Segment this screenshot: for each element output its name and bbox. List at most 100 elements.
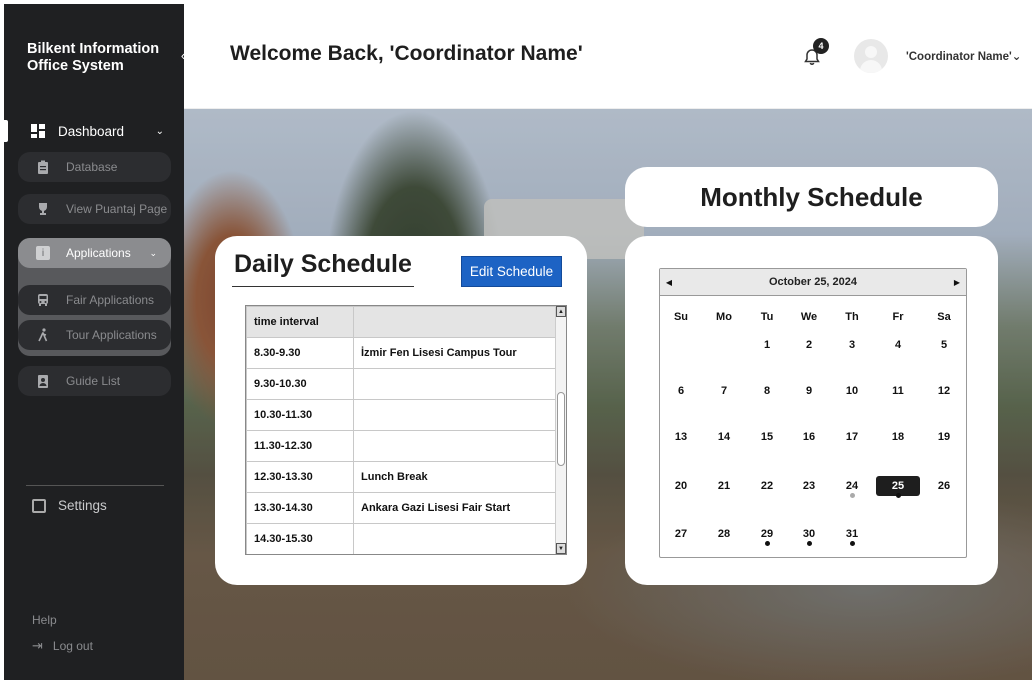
- info-icon: i: [36, 246, 50, 260]
- gear-icon: [32, 498, 46, 513]
- sidebar: Bilkent Information Office System Dashbo…: [4, 4, 184, 680]
- calendar-day[interactable]: 1: [745, 335, 789, 355]
- clipboard-icon: [38, 160, 48, 174]
- time-cell: 14.30-15.30: [246, 523, 354, 554]
- calendar-day[interactable]: 21: [702, 476, 746, 496]
- calendar-day[interactable]: 8: [745, 381, 789, 401]
- calendar-day[interactable]: 4: [876, 335, 920, 355]
- calendar-day[interactable]: 13: [659, 427, 703, 447]
- sidebar-item-label: Fair Applications: [66, 293, 155, 307]
- calendar-header: ◀ October 25, 2024 ▶: [660, 269, 966, 296]
- table-header-row: time interval: [246, 306, 556, 338]
- sidebar-item-guide-list[interactable]: Guide List: [18, 366, 171, 396]
- sidebar-item-label: Tour Applications: [66, 328, 157, 342]
- time-cell: 12.30-13.30: [246, 461, 354, 493]
- schedule-table: time interval 8.30-9.30 İzmir Fen Lisesi …: [245, 305, 567, 555]
- time-cell: 11.30-12.30: [246, 430, 354, 462]
- calendar-day[interactable]: 14: [702, 427, 746, 447]
- time-cell: 13.30-14.30: [246, 492, 354, 524]
- help-link[interactable]: Help: [32, 613, 57, 627]
- weekday-label: Mo: [716, 311, 732, 323]
- walking-icon: [38, 328, 48, 342]
- calendar-day[interactable]: 12: [922, 381, 966, 401]
- trophy-icon: [39, 203, 47, 215]
- edit-schedule-button[interactable]: Edit Schedule: [461, 256, 562, 287]
- sidebar-item-dashboard[interactable]: Dashboard ⌄: [30, 118, 164, 144]
- time-cell: 10.30-11.30: [246, 399, 354, 431]
- calendar-day[interactable]: 9: [787, 381, 831, 401]
- time-cell: 9.30-10.30: [246, 368, 354, 400]
- user-name: 'Coordinator Name': [906, 51, 1012, 63]
- logout-label: Log out: [52, 639, 93, 653]
- sidebar-item-applications[interactable]: i Applications ⌄: [18, 238, 171, 268]
- settings-link[interactable]: Settings: [32, 498, 107, 513]
- calendar-day[interactable]: 10: [830, 381, 874, 401]
- monthly-schedule-title: Monthly Schedule: [625, 167, 998, 227]
- calendar-day[interactable]: 2: [787, 335, 831, 355]
- top-header: Welcome Back, 'Coordinator Name' 4 'Coor…: [184, 4, 1032, 109]
- calendar-day[interactable]: 22: [745, 476, 789, 496]
- next-month-icon[interactable]: ▶: [948, 269, 966, 296]
- calendar-day[interactable]: 27: [659, 524, 703, 544]
- sidebar-item-database[interactable]: Database: [18, 152, 171, 182]
- weekday-label: Fr: [892, 311, 904, 323]
- logout-icon: ⇥: [32, 638, 43, 653]
- calendar-day[interactable]: 18: [876, 427, 920, 447]
- event-cell: Ankara Gazi Lisesi Fair Start: [353, 492, 556, 524]
- table-row[interactable]: 8.30-9.30 İzmir Fen Lisesi Campus Tour: [246, 337, 556, 369]
- active-indicator: [4, 120, 8, 142]
- chevron-down-icon: ⌄: [149, 247, 157, 258]
- calendar-day[interactable]: 26: [922, 476, 966, 496]
- sidebar-item-label: Database: [66, 160, 118, 174]
- chevron-down-icon: ⌄: [155, 125, 164, 137]
- event-dot: [850, 493, 855, 498]
- calendar-day[interactable]: 20: [659, 476, 703, 496]
- daily-schedule-title: Daily Schedule: [234, 250, 412, 278]
- calendar-day[interactable]: 7: [702, 381, 746, 401]
- table-row[interactable]: 9.30-10.30: [246, 368, 556, 400]
- sidebar-item-label: Guide List: [66, 374, 121, 388]
- calendar-day[interactable]: 15: [745, 427, 789, 447]
- table-row[interactable]: 14.30-15.30: [246, 523, 556, 554]
- calendar: ◀ October 25, 2024 ▶ Su Mo Tu We Th Fr Sa 1 2 3 4 5…: [659, 268, 967, 558]
- dashboard-icon: [31, 124, 45, 138]
- column-header-time: time interval: [246, 306, 354, 338]
- event-dot: [765, 541, 770, 546]
- calendar-day[interactable]: 19: [922, 427, 966, 447]
- calendar-day[interactable]: 17: [830, 427, 874, 447]
- scroll-up-icon[interactable]: ▲: [556, 306, 566, 317]
- previous-month-icon[interactable]: ◀: [660, 269, 678, 296]
- weekday-label: We: [800, 311, 818, 323]
- event-cell: İzmir Fen Lisesi Campus Tour: [353, 337, 556, 369]
- logout-link[interactable]: ⇥ Log out: [32, 638, 93, 654]
- brand-title: Bilkent Information Office System: [27, 41, 160, 74]
- table-scrollbar[interactable]: ▲ ▼: [555, 306, 566, 554]
- avatar[interactable]: [854, 39, 888, 73]
- monthly-schedule-card: ◀ October 25, 2024 ▶ Su Mo Tu We Th Fr Sa 1 2 3 4 5…: [625, 236, 998, 585]
- calendar-day[interactable]: 6: [659, 381, 703, 401]
- calendar-day[interactable]: 23: [787, 476, 831, 496]
- scroll-thumb[interactable]: [557, 392, 565, 466]
- event-cell: [353, 430, 556, 462]
- id-badge-icon: [38, 375, 48, 388]
- calendar-day[interactable]: 28: [702, 524, 746, 544]
- table-row[interactable]: 13.30-14.30 Ankara Gazi Lisesi Fair Start: [246, 492, 556, 524]
- sidebar-item-view-puantaj[interactable]: View Puantaj Page: [18, 194, 171, 224]
- scroll-down-icon[interactable]: ▼: [556, 543, 566, 554]
- table-row[interactable]: 12.30-13.30 Lunch Break: [246, 461, 556, 493]
- calendar-day[interactable]: 16: [787, 427, 831, 447]
- sidebar-item-tour-applications[interactable]: Tour Applications: [18, 320, 171, 350]
- chevron-down-icon: ⌄: [1011, 51, 1022, 63]
- sidebar-item-label: Dashboard: [58, 123, 125, 139]
- column-header-event: [353, 306, 556, 338]
- daily-schedule-card: Daily Schedule Edit Schedule time interv…: [215, 236, 587, 585]
- sidebar-item-fair-applications[interactable]: Fair Applications: [18, 285, 171, 315]
- event-dot: [896, 493, 901, 498]
- table-row[interactable]: 10.30-11.30: [246, 399, 556, 431]
- calendar-day[interactable]: 11: [876, 381, 920, 401]
- user-menu[interactable]: 'Coordinator Name'⌄: [906, 49, 1021, 63]
- table-row[interactable]: 11.30-12.30: [246, 430, 556, 462]
- sidebar-item-label: View Puantaj Page: [66, 202, 168, 216]
- calendar-day[interactable]: 3: [830, 335, 874, 355]
- calendar-day[interactable]: 5: [922, 335, 966, 355]
